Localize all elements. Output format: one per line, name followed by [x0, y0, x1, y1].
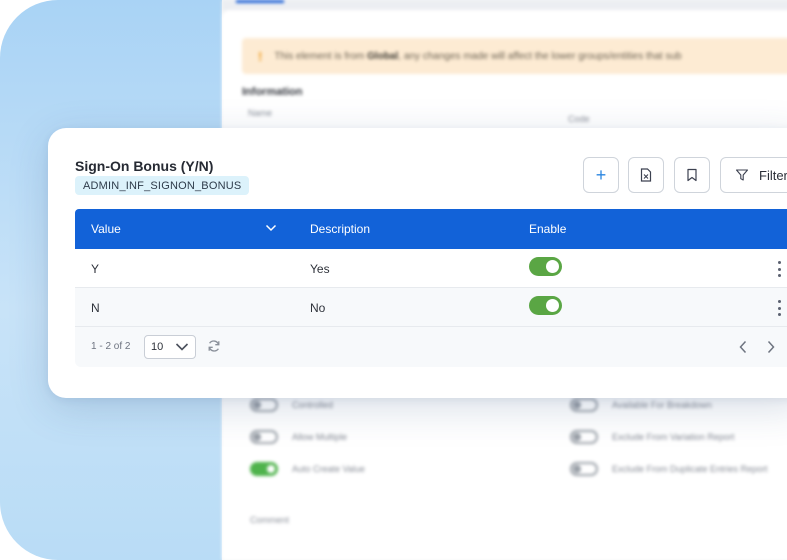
global-warning-banner: ! This element is from Global, any chang…	[242, 38, 787, 74]
chevron-down-icon[interactable]	[265, 223, 277, 233]
toggle-allow-multiple[interactable]	[250, 430, 278, 444]
cell-description: Yes	[310, 262, 330, 276]
row-menu-icon[interactable]	[776, 261, 782, 277]
plus-icon: +	[595, 164, 607, 185]
refresh-icon[interactable]	[207, 339, 221, 353]
toggle-auto-create-value[interactable]	[250, 462, 278, 476]
code-chip: ADMIN_INF_SIGNON_BONUS	[75, 176, 250, 195]
option-allow-multiple[interactable]: Allow Multiple	[250, 430, 347, 444]
table-row[interactable]: Y Yes	[75, 249, 787, 288]
toggle-available-for-breakdown[interactable]	[570, 398, 598, 412]
values-table: Value Description Enable Y Yes N No 1 - …	[75, 209, 787, 367]
excel-file-icon	[640, 168, 652, 182]
warning-text: This element is from Global, any changes…	[274, 50, 682, 62]
toggle-exclude-variation[interactable]	[570, 430, 598, 444]
filter-label: Filter	[759, 167, 787, 183]
bookmark-button[interactable]	[674, 157, 710, 193]
page-size-select[interactable]: 10	[144, 335, 196, 359]
background-tab-strip	[222, 0, 787, 10]
option-available-for-breakdown[interactable]: Available For Breakdown	[570, 398, 712, 412]
enable-toggle[interactable]	[529, 257, 562, 276]
chevron-down-icon	[175, 343, 189, 351]
toggle-controlled[interactable]	[250, 398, 278, 412]
table-footer: 1 - 2 of 2 10	[75, 327, 787, 367]
add-button[interactable]: +	[583, 157, 619, 193]
cell-value: Y	[91, 262, 100, 276]
dialog-title: Sign-On Bonus (Y/N)	[75, 158, 214, 174]
row-menu-icon[interactable]	[776, 300, 782, 316]
pagination-range: 1 - 2 of 2	[91, 341, 131, 352]
background-active-tab	[236, 0, 284, 3]
cell-value: N	[91, 301, 100, 315]
comment-label: Comment	[250, 515, 290, 525]
values-dialog: Sign-On Bonus (Y/N) ADMIN_INF_SIGNON_BON…	[48, 128, 787, 398]
table-header: Value Description Enable	[75, 209, 787, 249]
table-row[interactable]: N No	[75, 288, 787, 327]
option-exclude-duplicate[interactable]: Exclude From Duplicate Entries Report	[570, 462, 768, 476]
name-label: Name	[248, 108, 273, 118]
cell-description: No	[310, 301, 326, 315]
filter-button[interactable]: Filter	[720, 157, 787, 193]
enable-toggle[interactable]	[529, 296, 562, 315]
option-auto-create-value[interactable]: Auto Create Value	[250, 462, 365, 476]
option-exclude-variation[interactable]: Exclude From Variation Report	[570, 430, 734, 444]
column-header-value[interactable]: Value	[91, 222, 121, 236]
chevron-right-icon[interactable]	[766, 340, 776, 354]
export-excel-button[interactable]	[628, 157, 664, 193]
bookmark-icon	[687, 168, 697, 182]
filter-icon	[735, 169, 749, 181]
option-controlled[interactable]: Controlled	[250, 398, 333, 412]
page-size-value: 10	[151, 341, 164, 353]
column-header-enable[interactable]: Enable	[529, 222, 566, 236]
warning-icon: !	[258, 48, 263, 64]
toggle-exclude-duplicate[interactable]	[570, 462, 598, 476]
information-section-title: Information	[242, 86, 303, 98]
code-label: Code	[568, 114, 590, 124]
chevron-left-icon[interactable]	[738, 340, 748, 354]
column-header-description[interactable]: Description	[310, 222, 370, 236]
